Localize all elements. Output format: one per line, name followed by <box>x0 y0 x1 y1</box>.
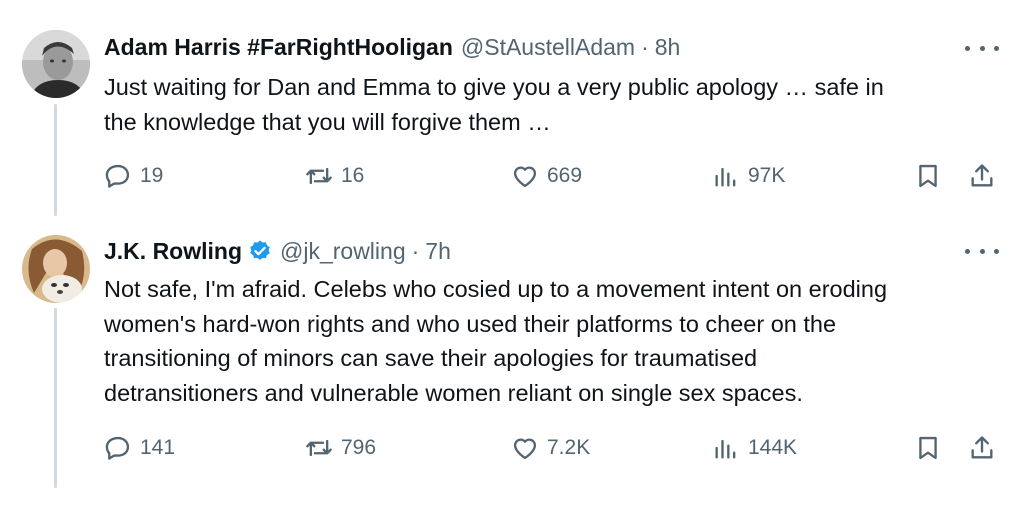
reply-count: 19 <box>140 164 164 187</box>
tweet-text: Just waiting for Dan and Emma to give yo… <box>104 70 1004 139</box>
tweet-text-line: the knowledge that you will forgive them… <box>104 108 551 135</box>
more-icon[interactable] <box>965 38 999 58</box>
action-bar: 19 16 669 97K <box>0 160 1024 192</box>
reply-button[interactable]: 19 <box>104 160 163 192</box>
avatar[interactable] <box>22 30 90 98</box>
retweet-button[interactable]: 16 <box>305 160 364 192</box>
author-name[interactable]: Adam Harris #FarRightHooligan <box>104 34 453 61</box>
tweet-text-line: detransitioners and vulnerable women rel… <box>104 379 803 406</box>
views-icon <box>715 167 736 187</box>
thread-connector-line <box>54 104 57 216</box>
reply-button[interactable]: 141 <box>104 432 175 464</box>
views-count: 144K <box>748 436 798 459</box>
views-button[interactable]: 144K <box>712 432 797 464</box>
tweet-text-line: Just waiting for Dan and Emma to give yo… <box>104 74 884 100</box>
timestamp[interactable]: 8h <box>655 34 681 61</box>
reply-count: 141 <box>140 436 176 459</box>
avatar-image <box>22 30 90 98</box>
retweet-icon <box>306 439 332 457</box>
tweet-header: Adam Harris #FarRightHooligan @StAustell… <box>104 32 680 62</box>
tweet-text-line: women's hard-won rights and who used the… <box>104 310 837 337</box>
views-button[interactable]: 97K <box>712 160 785 192</box>
like-count: 669 <box>547 164 583 187</box>
like-button[interactable]: 669 <box>511 160 582 192</box>
like-count: 7.2K <box>547 436 591 459</box>
retweet-count: 796 <box>341 436 377 459</box>
tweet-1[interactable]: Adam Harris #FarRightHooligan @StAustell… <box>0 0 1024 215</box>
share-icon <box>971 436 993 459</box>
retweet-count: 16 <box>341 164 365 187</box>
bookmark-button[interactable] <box>914 432 942 464</box>
avatar-image <box>22 235 90 303</box>
views-icon <box>715 439 736 459</box>
tweet-text: Not safe, I'm afraid. Celebs who cosied … <box>104 272 1004 410</box>
heart-icon <box>513 166 537 188</box>
author-handle[interactable]: @jk_rowling <box>280 238 406 265</box>
separator-dot: · <box>411 237 420 264</box>
share-button[interactable] <box>968 432 996 464</box>
tweet-2[interactable]: J.K. Rowling @jk_rowling · 7h Not safe, … <box>0 215 1024 512</box>
author-name[interactable]: J.K. Rowling <box>104 238 242 265</box>
separator-dot: · <box>641 33 649 60</box>
action-bar: 141 796 7.2K 144K <box>0 432 1024 464</box>
tweet-text-line: Not safe, I'm afraid. Celebs who cosied … <box>104 276 888 302</box>
more-icon[interactable] <box>965 241 999 261</box>
author-handle[interactable]: @StAustellAdam <box>461 34 635 61</box>
heart-icon <box>513 438 537 460</box>
reply-icon <box>105 164 130 188</box>
retweet-button[interactable]: 796 <box>305 432 376 464</box>
tweet-header: J.K. Rowling @jk_rowling · 7h <box>104 236 451 266</box>
thread-connector-line <box>54 308 57 488</box>
avatar[interactable] <box>22 235 90 303</box>
verified-badge-icon <box>250 240 270 260</box>
bookmark-button[interactable] <box>914 160 942 192</box>
tweet-text-line: transitioning of minors can save their a… <box>104 345 758 371</box>
timestamp[interactable]: 7h <box>425 238 451 265</box>
share-icon <box>971 164 993 187</box>
retweet-icon <box>306 167 332 185</box>
views-count: 97K <box>748 164 786 187</box>
share-button[interactable] <box>968 160 996 192</box>
like-button[interactable]: 7.2K <box>511 432 590 464</box>
bookmark-icon <box>919 164 937 188</box>
bookmark-icon <box>919 436 937 460</box>
reply-icon <box>105 436 130 460</box>
